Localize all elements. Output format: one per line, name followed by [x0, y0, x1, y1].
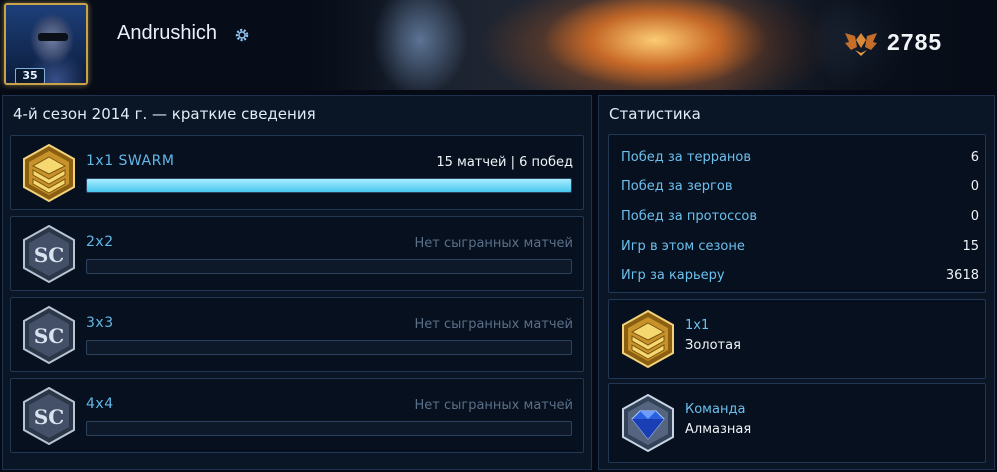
stat-label: Игр в этом сезоне: [621, 239, 745, 254]
queue-progress-bar: [86, 259, 572, 274]
league-1v1[interactable]: 1x1 Золотая: [608, 299, 986, 379]
queue-status: Нет сыгранных матчей: [414, 236, 573, 251]
queue-progress-bar: [86, 421, 572, 436]
avatar[interactable]: 35: [4, 3, 88, 85]
queue-progress-fill: [87, 179, 571, 192]
unranked-sc2-icon: SC: [23, 224, 75, 284]
level-badge: 35: [15, 68, 45, 83]
stats-list: Побед за терранов 6 Побед за зергов 0 По…: [608, 134, 986, 293]
stat-row-season-games: Игр в этом сезоне 15: [621, 239, 979, 259]
queue-row-3v3[interactable]: SC 3x3 Нет сыгранных матчей: [10, 297, 584, 372]
gold-league-icon: [622, 309, 674, 369]
stat-value: 0: [970, 179, 979, 194]
queue-row-4v4[interactable]: SC 4x4 Нет сыгранных матчей: [10, 378, 584, 453]
league-queue-title: 1x1: [685, 318, 710, 333]
league-team[interactable]: Команда Алмазная: [608, 383, 986, 463]
queue-status: Нет сыгранных матчей: [414, 398, 573, 413]
stat-value: 6: [970, 150, 979, 165]
gear-icon[interactable]: [235, 28, 249, 42]
queue-title: 3x3: [86, 315, 114, 331]
queue-row-1v1[interactable]: 1x1 SWARM 15 матчей | 6 побед: [10, 135, 584, 210]
stat-row-protoss-wins: Побед за протоссов 0: [621, 209, 979, 229]
unranked-sc2-icon: SC: [23, 386, 75, 446]
achievement-points-value: 2785: [887, 29, 943, 55]
queue-title: 4x4: [86, 396, 114, 412]
gold-league-icon: [23, 143, 75, 203]
achievement-points[interactable]: 2785: [843, 26, 973, 62]
league-name: Золотая: [685, 338, 741, 353]
player-name: Andrushich: [117, 22, 218, 44]
diamond-league-icon: [622, 393, 674, 453]
stat-row-career-games: Игр за карьеру 3618: [621, 268, 979, 288]
league-queue-title: Команда: [685, 402, 746, 417]
queue-status: Нет сыгранных матчей: [414, 317, 573, 332]
stat-row-zerg-wins: Побед за зергов 0: [621, 179, 979, 199]
stat-label: Игр за карьеру: [621, 268, 725, 283]
stat-label: Побед за терранов: [621, 150, 752, 165]
queue-status: 15 матчей | 6 побед: [436, 155, 573, 170]
svg-text:SC: SC: [34, 405, 64, 429]
queue-progress-bar: [86, 340, 572, 355]
statistics-panel: Статистика Побед за терранов 6 Побед за …: [598, 95, 995, 470]
season-title: 4-й сезон 2014 г. — краткие сведения: [13, 105, 316, 123]
profile-header: 35 Andrushich 2785: [0, 0, 997, 90]
achievement-wings-icon: [845, 33, 877, 56]
queue-title: 2x2: [86, 234, 114, 250]
queue-title: 1x1 SWARM: [86, 153, 175, 169]
statistics-title: Статистика: [609, 105, 701, 123]
league-name: Алмазная: [685, 422, 752, 437]
svg-text:SC: SC: [34, 324, 64, 348]
stat-label: Побед за протоссов: [621, 209, 758, 224]
svg-text:SC: SC: [34, 243, 64, 267]
season-summary-panel: 4-й сезон 2014 г. — краткие сведения 1x1…: [2, 95, 592, 470]
stat-label: Побед за зергов: [621, 179, 733, 194]
queue-progress-bar: [86, 178, 572, 193]
stat-row-terran-wins: Побед за терранов 6: [621, 150, 979, 170]
stat-value: 0: [970, 209, 979, 224]
stat-value: 3618: [945, 268, 979, 283]
unranked-sc2-icon: SC: [23, 305, 75, 365]
stat-value: 15: [962, 239, 979, 254]
queue-row-2v2[interactable]: SC 2x2 Нет сыгранных матчей: [10, 216, 584, 291]
